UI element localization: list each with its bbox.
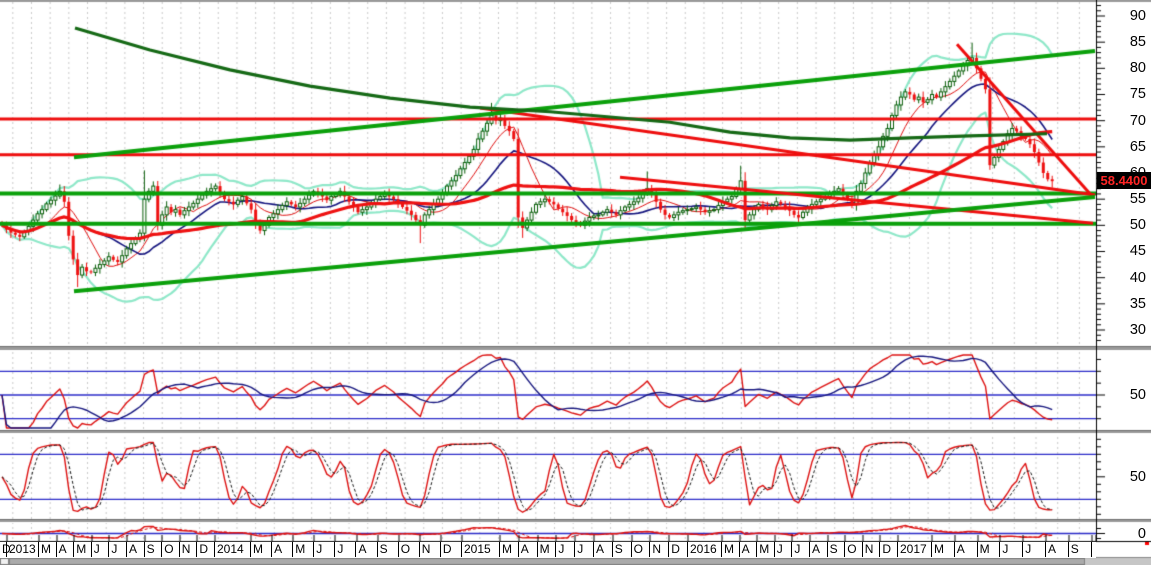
month-label: D xyxy=(2,542,11,557)
month-label: J xyxy=(1023,542,1046,557)
month-label: J xyxy=(92,542,110,557)
month-label: M xyxy=(978,542,1001,557)
month-label: J xyxy=(556,542,576,557)
month-label: O xyxy=(162,542,180,557)
month-label xyxy=(1092,542,1096,557)
month-label: O xyxy=(845,542,863,557)
month-label: S xyxy=(378,542,399,557)
month-label: J xyxy=(314,542,336,557)
month-label: A xyxy=(955,542,978,557)
price-chart-canvas[interactable] xyxy=(0,0,1151,565)
month-label: A xyxy=(1046,542,1069,557)
year-label: 2013 xyxy=(7,542,39,557)
month-label: A xyxy=(810,542,828,557)
month-label: M xyxy=(251,542,273,557)
month-label: D xyxy=(880,542,898,557)
month-label: N xyxy=(420,542,441,557)
month-label: J xyxy=(575,542,594,557)
month-label: J xyxy=(109,542,127,557)
month-label: D xyxy=(441,542,462,557)
month-label: S xyxy=(145,542,163,557)
month-label: J xyxy=(792,542,810,557)
time-axis: D 2013 M A M J J A S O N D 2014 M A M J J A S O N D 2015 M A M J J A S… xyxy=(0,542,1096,558)
month-label: A xyxy=(740,542,758,557)
month-label: M xyxy=(757,542,775,557)
year-label: 2017 xyxy=(898,542,932,557)
month-label: J xyxy=(335,542,357,557)
month-label: S xyxy=(613,542,632,557)
month-label: M xyxy=(74,542,92,557)
month-label: N xyxy=(863,542,881,557)
month-label: S xyxy=(828,542,846,557)
year-label: 2015 xyxy=(462,542,500,557)
month-label: N xyxy=(650,542,670,557)
month-label: M xyxy=(500,542,519,557)
month-label: O xyxy=(632,542,651,557)
month-label: M xyxy=(932,542,955,557)
month-label: S xyxy=(1069,542,1092,557)
month-label: M xyxy=(293,542,315,557)
month-label: A xyxy=(357,542,378,557)
month-label: M xyxy=(722,542,740,557)
month-label: M xyxy=(39,542,57,557)
month-label: O xyxy=(399,542,420,557)
chart-root: 90 85 80 75 70 65 60 55 50 45 40 35 30 50 50 0 58.4400… xyxy=(0,0,1151,565)
month-label: A xyxy=(272,542,294,557)
year-label: 2014 xyxy=(215,542,251,557)
year-label: 2016 xyxy=(688,542,722,557)
month-label: A xyxy=(57,542,75,557)
month-label: N xyxy=(180,542,198,557)
month-label: J xyxy=(1000,542,1024,557)
month-label: D xyxy=(669,542,688,557)
month-label: A xyxy=(594,542,613,557)
month-label: M xyxy=(538,542,557,557)
month-label: A xyxy=(519,542,538,557)
month-label: J xyxy=(775,542,793,557)
month-label: A xyxy=(127,542,145,557)
month-label: D xyxy=(197,542,215,557)
